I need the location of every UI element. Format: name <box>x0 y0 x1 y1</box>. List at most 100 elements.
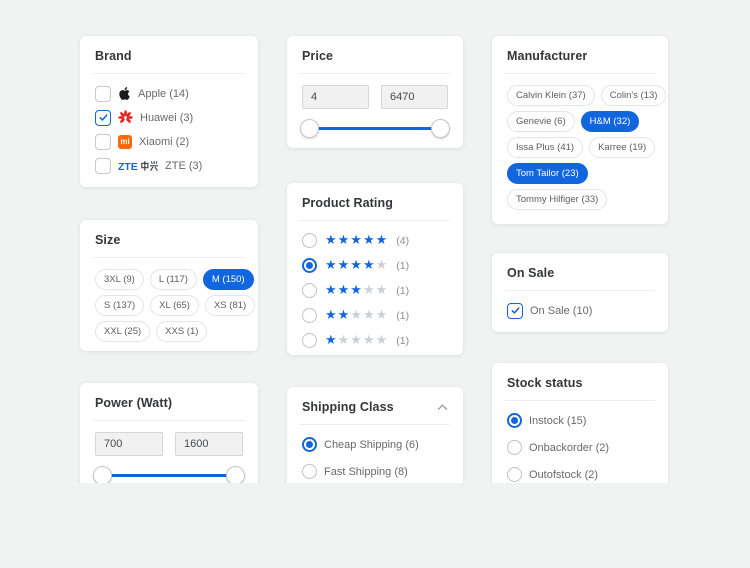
radio[interactable] <box>302 233 317 248</box>
stock-option-outofstock[interactable]: Outofstock (2) <box>507 466 653 483</box>
manufacturer-pill[interactable]: Genevie (6) <box>507 111 575 132</box>
rating-count: (1) <box>396 335 409 347</box>
chevron-up-icon[interactable] <box>437 403 448 411</box>
stock-option-instock[interactable]: Instock (15) <box>507 412 653 429</box>
star-rating-icons: ★★★★★ <box>325 334 388 347</box>
rating-option-2-stars[interactable]: ★★★★★ (1) <box>302 307 448 324</box>
rating-count: (1) <box>396 285 409 297</box>
radio[interactable] <box>302 333 317 348</box>
shipping-class-filter-card: Shipping Class Cheap Shipping (6) Fast S… <box>287 387 463 483</box>
brand-option-label: Xiaomi (2) <box>139 136 189 148</box>
size-pill[interactable]: XS (81) <box>205 295 255 316</box>
stock-option-onbackorder[interactable]: Onbackorder (2) <box>507 439 653 456</box>
price-card-title: Price <box>302 49 448 63</box>
checkbox[interactable] <box>95 158 111 174</box>
rating-option-1-star[interactable]: ★★★★★ (1) <box>302 332 448 349</box>
apple-logo-icon <box>118 86 131 101</box>
stock-status-filter-card: Stock status Instock (15) Onbackorder (2… <box>492 363 668 483</box>
manufacturer-filter-card: Manufacturer Calvin Klein (37) Colin's (… <box>492 36 668 224</box>
brand-option-label: Apple (14) <box>138 88 189 100</box>
rating-option-3-stars[interactable]: ★★★★★ (1) <box>302 282 448 299</box>
manufacturer-pill[interactable]: Issa Plus (41) <box>507 137 583 158</box>
radio-selected[interactable] <box>302 258 317 273</box>
power-min-input[interactable] <box>95 432 163 456</box>
shipping-option-cheap[interactable]: Cheap Shipping (6) <box>302 436 448 453</box>
shipping-option-fast[interactable]: Fast Shipping (8) <box>302 463 448 480</box>
divider <box>505 290 655 291</box>
power-card-title: Power (Watt) <box>95 396 243 410</box>
size-pill[interactable]: XXL (25) <box>95 321 150 342</box>
manufacturer-pill[interactable]: Karree (19) <box>589 137 655 158</box>
slider-track <box>310 127 440 130</box>
shipping-option-label: Cheap Shipping (6) <box>324 439 419 451</box>
manufacturer-pill-selected[interactable]: H&M (32) <box>581 111 640 132</box>
radio[interactable] <box>507 467 522 482</box>
radio-selected[interactable] <box>507 413 522 428</box>
checkbox[interactable] <box>95 134 111 150</box>
manufacturer-pill[interactable]: Calvin Klein (37) <box>507 85 595 106</box>
radio[interactable] <box>302 308 317 323</box>
star-rating-icons: ★★★★★ <box>325 259 388 272</box>
rating-card-title: Product Rating <box>302 196 448 210</box>
svg-text:ZTE: ZTE <box>118 161 138 171</box>
on-sale-option[interactable]: On Sale (10) <box>507 302 653 319</box>
divider <box>300 220 450 221</box>
manufacturer-card-title: Manufacturer <box>507 49 653 63</box>
rating-option-5-stars[interactable]: ★★★★★ (4) <box>302 232 448 249</box>
radio[interactable] <box>302 464 317 479</box>
huawei-logo-icon <box>118 110 133 125</box>
size-pill[interactable]: S (137) <box>95 295 144 316</box>
price-max-input[interactable] <box>381 85 448 109</box>
price-range-slider <box>302 118 448 138</box>
manufacturer-pill-selected[interactable]: Tom Tailor (23) <box>507 163 588 184</box>
radio-selected[interactable] <box>302 437 317 452</box>
radio[interactable] <box>507 440 522 455</box>
divider <box>93 73 245 74</box>
product-rating-filter-card: Product Rating ★★★★★ (4) ★★★★★ (1) ★★★★★… <box>287 183 463 355</box>
radio[interactable] <box>302 283 317 298</box>
size-pill[interactable]: XL (65) <box>150 295 199 316</box>
divider <box>505 73 655 74</box>
stock-option-label: Instock (15) <box>529 415 586 427</box>
power-max-input[interactable] <box>175 432 243 456</box>
rating-count: (1) <box>396 260 409 272</box>
brand-option-xiaomi[interactable]: mi Xiaomi (2) <box>95 133 243 150</box>
stock-option-label: Outofstock (2) <box>529 469 598 481</box>
shipping-option-label: Fast Shipping (8) <box>324 466 408 478</box>
size-filter-card: Size 3XL (9) L (117) M (150) S (137) XL … <box>80 220 258 351</box>
on-sale-filter-card: On Sale On Sale (10) <box>492 253 668 332</box>
price-min-input[interactable] <box>302 85 369 109</box>
checkbox[interactable] <box>95 86 111 102</box>
size-pill[interactable]: L (117) <box>150 269 197 290</box>
divider <box>505 400 655 401</box>
rating-count: (1) <box>396 310 409 322</box>
rating-option-4-stars[interactable]: ★★★★★ (1) <box>302 257 448 274</box>
manufacturer-pill[interactable]: Colin's (13) <box>601 85 667 106</box>
manufacturer-pill[interactable]: Tommy Hilfiger (33) <box>507 189 607 210</box>
stock-option-label: Onbackorder (2) <box>529 442 609 454</box>
divider <box>93 420 245 421</box>
filters-panel: Brand Apple (14) <box>0 0 750 483</box>
size-pill[interactable]: 3XL (9) <box>95 269 144 290</box>
price-filter-card: Price <box>287 36 463 148</box>
rating-count: (4) <box>396 235 409 247</box>
star-rating-icons: ★★★★★ <box>325 309 388 322</box>
size-pill[interactable]: XXS (1) <box>156 321 207 342</box>
on-sale-option-label: On Sale (10) <box>530 305 592 317</box>
brand-option-apple[interactable]: Apple (14) <box>95 85 243 102</box>
brand-option-zte[interactable]: ZTE ZTE (3) <box>95 157 243 174</box>
power-filter-card: Power (Watt) <box>80 383 258 483</box>
size-pill-selected[interactable]: M (150) <box>203 269 254 290</box>
xiaomi-logo-icon: mi <box>118 135 132 149</box>
power-slider-min-handle[interactable] <box>93 466 112 484</box>
size-card-title: Size <box>95 233 243 247</box>
checkbox-checked[interactable] <box>95 110 111 126</box>
price-slider-max-handle[interactable] <box>431 119 450 138</box>
brand-filter-card: Brand Apple (14) <box>80 36 258 187</box>
brand-option-huawei[interactable]: Huawei (3) <box>95 109 243 126</box>
price-slider-min-handle[interactable] <box>300 119 319 138</box>
checkbox-checked[interactable] <box>507 303 523 319</box>
power-slider-max-handle[interactable] <box>226 466 245 484</box>
brand-card-title: Brand <box>95 49 243 63</box>
brand-option-label: Huawei (3) <box>140 112 193 124</box>
